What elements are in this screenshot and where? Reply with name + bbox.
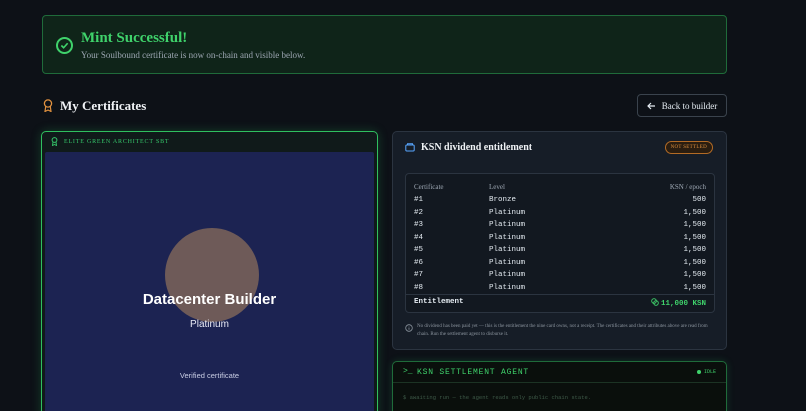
settlement-agent-panel: >_ KSN SETTLEMENT AGENT IDLE $ awaiting … — [392, 361, 727, 411]
certificate-name: Datacenter Builder — [142, 291, 277, 308]
section-title: My Certificates — [60, 98, 147, 113]
dividend-panel: KSN dividend entitlement NOT SETTLED Cer… — [392, 131, 727, 350]
table-row: #2 Platinum 1,500 — [414, 208, 706, 217]
entitlement-label: Entitlement — [414, 298, 464, 306]
dividend-table: Certificate Level KSN / epoch #1 Bronze 50… — [405, 173, 715, 313]
check-circle-icon — [56, 37, 73, 54]
wallet-icon — [405, 143, 415, 152]
certificate-artwork: Datacenter Builder Platinum Verified cer… — [45, 152, 374, 411]
mint-success-banner: Mint Successful! Your Soulbound certific… — [42, 15, 727, 74]
back-to-builder-button[interactable]: Back to builder — [637, 94, 727, 117]
table-row: #4 Platinum 1,500 — [414, 233, 706, 242]
agent-header: >_ KSN SETTLEMENT AGENT IDLE — [393, 362, 726, 383]
divider — [406, 294, 714, 295]
certificate-level: Platinum — [190, 319, 229, 330]
table-row: #7 Platinum 1,500 — [414, 271, 706, 279]
agent-title: KSN SETTLEMENT AGENT — [417, 368, 530, 377]
status-dot-icon — [696, 369, 701, 374]
terminal-icon: >_ — [403, 367, 413, 376]
banner-title: Mint Successful! — [81, 30, 188, 46]
back-to-builder-label: Back to builder — [661, 100, 718, 111]
table-row: #1 Bronze 500 — [414, 196, 706, 204]
agent-status: IDLE — [696, 369, 716, 375]
certificate-verified: Verified certificate — [179, 371, 240, 380]
status-badge: NOT SETTLED — [664, 141, 713, 154]
column-header-level: Level — [489, 183, 505, 191]
certificate-card[interactable]: ELITE GREEN ARCHITECT SBT Datacenter Bui… — [41, 131, 378, 411]
coins-icon — [651, 298, 659, 306]
arrow-left-icon — [646, 102, 655, 109]
award-icon — [43, 99, 53, 112]
column-header-certificate: Certificate — [414, 183, 444, 191]
dividend-title: KSN dividend entitlement — [421, 142, 533, 153]
dividend-note: No dividend has been paid yet — this is … — [417, 324, 708, 337]
agent-log: $ awaiting run — the agent reads only pu… — [403, 394, 592, 401]
entitlement-value: 11,000 KSN — [651, 298, 706, 308]
column-header-ksn: KSN / epoch — [669, 183, 706, 191]
table-row: #6 Platinum 1,500 — [414, 258, 706, 267]
certificate-header: ELITE GREEN ARCHITECT SBT — [64, 139, 170, 145]
table-row: #5 Platinum 1,500 — [414, 246, 706, 254]
table-row: #3 Platinum 1,500 — [414, 221, 706, 229]
info-icon — [405, 324, 413, 332]
banner-subtitle: Your Soulbound certificate is now on-cha… — [81, 50, 306, 60]
